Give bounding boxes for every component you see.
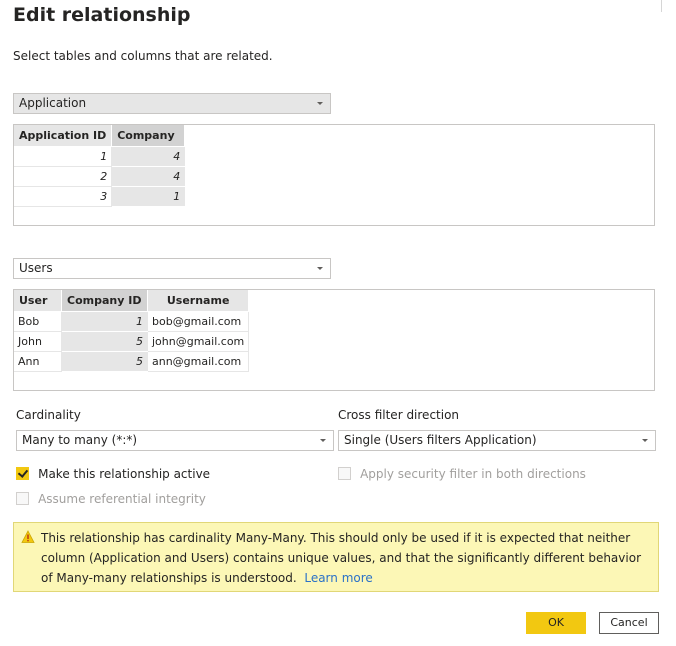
chevron-down-icon: [317, 102, 323, 105]
learn-more-link[interactable]: Learn more: [304, 571, 372, 585]
window-edge-divider: [661, 0, 662, 12]
security-filter-option: Apply security filter in both directions: [338, 463, 586, 482]
table-row: Bob 1 bob@gmail.com: [14, 311, 250, 332]
table1-select-value: Application: [19, 96, 87, 110]
table1-cell: 1: [14, 146, 113, 167]
table2-cell: bob@gmail.com: [147, 311, 250, 332]
cardinality-select[interactable]: Many to many (*:*): [16, 430, 334, 451]
table2-cell: john@gmail.com: [147, 331, 250, 352]
table2-cell-key: 1: [61, 311, 148, 332]
ok-button[interactable]: OK: [526, 612, 586, 634]
table2-select-value: Users: [19, 261, 53, 275]
referential-integrity-label: Assume referential integrity: [38, 491, 206, 506]
table1-col-header-selected[interactable]: Company: [111, 125, 186, 147]
warning-text-block: This relationship has cardinality Many-M…: [41, 528, 641, 588]
security-filter-label: Apply security filter in both directions: [360, 466, 586, 481]
table-row: John 5 john@gmail.com: [14, 331, 250, 352]
make-active-option[interactable]: Make this relationship active: [16, 463, 210, 482]
table1-cell: 3: [14, 186, 113, 207]
cardinality-select-value: Many to many (*:*): [22, 433, 138, 447]
table2-cell-key: 5: [61, 331, 148, 352]
table1-grid: Application ID Company 1 4 2 4 3 1: [14, 125, 186, 207]
table2-col-header[interactable]: Username: [147, 290, 250, 312]
table1-preview: Application ID Company 1 4 2 4 3 1: [13, 124, 655, 226]
cross-filter-label: Cross filter direction: [338, 408, 460, 422]
table2-cell-key: 5: [61, 351, 148, 372]
cancel-button[interactable]: Cancel: [599, 612, 659, 634]
table1-cell-key: 4: [111, 146, 186, 167]
dialog-subtitle: Select tables and columns that are relat…: [13, 49, 273, 63]
table-row: 3 1: [14, 186, 186, 207]
security-filter-checkbox: [338, 467, 351, 480]
cardinality-label: Cardinality: [16, 408, 81, 422]
table1-header-row: Application ID Company: [14, 125, 186, 147]
referential-integrity-checkbox: [16, 492, 29, 505]
table2-select[interactable]: Users: [13, 258, 331, 279]
table-row: 2 4: [14, 166, 186, 187]
warning-icon: [21, 530, 35, 543]
table2-col-header-selected[interactable]: Company ID: [61, 290, 148, 312]
table2-col-header[interactable]: User: [14, 290, 62, 312]
table1-select[interactable]: Application: [13, 93, 331, 114]
cardinality-warning: This relationship has cardinality Many-M…: [13, 522, 659, 592]
table2-cell: John: [14, 331, 62, 352]
chevron-down-icon: [320, 439, 326, 442]
table-row: 1 4: [14, 146, 186, 167]
table2-cell: ann@gmail.com: [147, 351, 250, 372]
table2-preview: User Company ID Username Bob 1 bob@gmail…: [13, 289, 655, 391]
cross-filter-select[interactable]: Single (Users filters Application): [338, 430, 656, 451]
referential-integrity-option: Assume referential integrity: [16, 488, 206, 507]
chevron-down-icon: [642, 439, 648, 442]
make-active-checkbox[interactable]: [16, 467, 29, 480]
table1-cell-key: 4: [111, 166, 186, 187]
table1-cell: 2: [14, 166, 113, 187]
table2-grid: User Company ID Username Bob 1 bob@gmail…: [14, 290, 250, 372]
dialog-title: Edit relationship: [13, 4, 191, 26]
cross-filter-select-value: Single (Users filters Application): [344, 433, 537, 447]
table1-cell-key: 1: [111, 186, 186, 207]
make-active-label: Make this relationship active: [38, 466, 211, 481]
table2-cell: Bob: [14, 311, 62, 332]
chevron-down-icon: [317, 267, 323, 270]
table2-cell: Ann: [14, 351, 62, 372]
table-row: Ann 5 ann@gmail.com: [14, 351, 250, 372]
table2-header-row: User Company ID Username: [14, 290, 250, 312]
table1-col-header[interactable]: Application ID: [14, 125, 113, 147]
